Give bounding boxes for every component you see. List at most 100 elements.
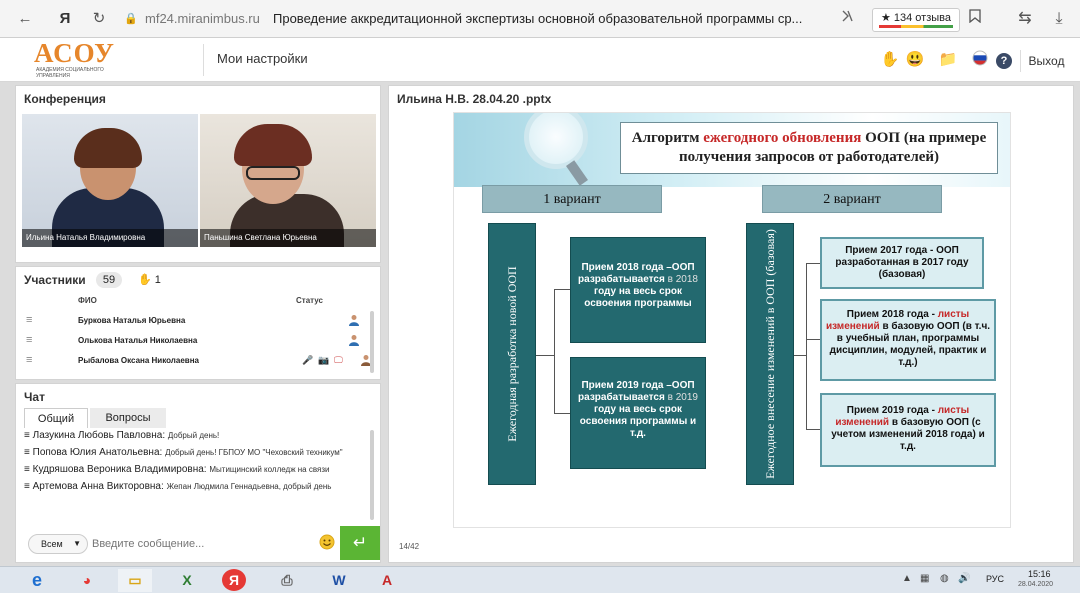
chevron-down-icon: ▼ — [73, 539, 81, 548]
network-icon[interactable]: ▦ — [920, 573, 929, 584]
box-text: Прием 2018 года - — [846, 309, 938, 320]
browser-toolbar: ← Я ↻ 🔒 mf24.miranimbus.ru Проведение ак… — [0, 0, 1080, 38]
bookmark-icon[interactable] — [964, 8, 986, 30]
volume-icon[interactable]: 🔊 — [958, 573, 970, 584]
keyboard-language[interactable]: РУС — [986, 574, 1004, 584]
participants-count-badge: 59 — [96, 272, 122, 288]
participant-row[interactable]: ≡ Буркова Наталья Юрьевна — [20, 311, 370, 331]
my-settings-link[interactable]: Мои настройки — [217, 51, 308, 66]
drag-handle-icon[interactable]: ≡ — [26, 354, 32, 366]
variant-1-box-2018: Прием 2018 года –ООП разрабатывается в 2… — [570, 237, 706, 343]
participant-name: Олькова Наталья Николаевна — [78, 336, 198, 345]
participant-name: Буркова Наталья Юрьевна — [78, 316, 186, 325]
chat-message: ≡ Лазукина Любовь Павловна: Добрый день! — [24, 430, 220, 441]
url-host[interactable]: mf24.miranimbus.ru — [145, 11, 260, 26]
internet-explorer-icon[interactable]: e — [20, 569, 54, 592]
file-explorer-icon[interactable]: ▭ — [118, 569, 152, 592]
video-tile[interactable]: Паньшина Светлана Юрьевна — [200, 114, 376, 247]
participant-row[interactable]: ≡ Олькова Наталья Николаевна — [20, 331, 370, 351]
emoji-picker-button[interactable] — [317, 534, 337, 554]
app-header: АСОУ АКАДЕМИЯ СОЦИАЛЬНОГО УПРАВЛЕНИЯ Мои… — [0, 38, 1080, 82]
camera-icon[interactable]: 📷 — [318, 355, 329, 366]
scanner-icon[interactable]: ⎙ — [270, 569, 304, 592]
yandex-browser-icon[interactable]: Я — [222, 569, 246, 591]
box-text-year: в 2019 — [664, 392, 698, 403]
connector-line — [806, 339, 820, 340]
chat-scrollbar[interactable] — [370, 430, 374, 520]
chrome-tray-icon[interactable]: ◍ — [940, 573, 949, 584]
message-text: Жепан Людмила Геннадьевна, добрый день — [166, 482, 332, 491]
russian-flag-icon[interactable] — [970, 50, 990, 70]
chat-message-list: ≡ Лазукина Любовь Павловна: Добрый день!… — [22, 430, 374, 522]
word-icon[interactable]: W — [322, 569, 356, 592]
drag-handle-icon[interactable]: ≡ — [26, 314, 32, 326]
exit-button[interactable]: Выход — [1020, 50, 1072, 72]
variant-2-box-2019: Прием 2019 года - листы изменений в базо… — [820, 393, 996, 467]
message-author: Лазукина Любовь Павловна: — [32, 430, 166, 441]
reader-mode-icon[interactable] — [836, 8, 858, 30]
tab-general[interactable]: Общий — [24, 408, 88, 428]
variant-2-box-2017: Прием 2017 года - ООП разработанная в 20… — [820, 237, 984, 289]
tray-up-arrow-icon[interactable]: ▲ — [902, 573, 912, 584]
download-icon[interactable]: ⤓ — [1048, 8, 1070, 30]
windows-taskbar: e ◕ ▭ X Я ⎙ W A ▲ ▦ ◍ 🔊 РУС 15:16 28.04.… — [0, 566, 1080, 593]
microphone-icon[interactable]: 🎤 — [302, 355, 313, 366]
slide-page-indicator: 14/42 — [399, 542, 420, 551]
connector-line — [554, 289, 555, 413]
connector-line — [806, 263, 807, 429]
message-text: Мытищинский колледж на связи — [209, 465, 330, 474]
variant-2-box-2018: Прием 2018 года - листы изменений в базо… — [820, 299, 996, 381]
clock-date[interactable]: 28.04.2020 — [1018, 581, 1053, 588]
person-hair — [234, 124, 312, 166]
logo-text: АСОУ — [34, 38, 115, 68]
tab-questions[interactable]: Вопросы — [90, 408, 166, 428]
raise-hand-icon[interactable]: ✋ — [880, 50, 900, 70]
recipient-select[interactable]: Всем ▼ — [28, 534, 88, 554]
variant-2-header: 2 вариант — [762, 185, 942, 213]
participant-row[interactable]: ≡ Рыбалова Оксана Николаевна 🎤 📷 🖵 — [20, 351, 371, 371]
connector-line — [554, 413, 570, 414]
slide-title: Алгоритм ежегодного обновления ООП (на п… — [620, 122, 998, 174]
yandex-logo-icon[interactable]: Я — [54, 8, 76, 30]
send-message-button[interactable]: ↵ — [340, 526, 380, 560]
raised-hands-counter: ✋ 1 — [138, 273, 161, 286]
message-author: Артемова Анна Викторовна: — [32, 481, 164, 492]
connector-line — [806, 429, 820, 430]
drag-handle-icon[interactable]: ≡ — [26, 334, 32, 346]
help-icon[interactable]: ? — [994, 50, 1014, 70]
reload-icon[interactable]: ↻ — [88, 8, 110, 30]
presentation-slide: Алгоритм ежегодного обновления ООП (на п… — [453, 112, 1011, 528]
video-tile[interactable]: Ильина Наталья Владимировна — [22, 114, 198, 247]
translate-icon[interactable]: ⇆ — [1014, 8, 1036, 30]
user-status-icon — [348, 314, 360, 329]
reviews-badge[interactable]: ★ 134 отзыва — [872, 8, 960, 32]
raised-hand-icon: ✋ — [138, 274, 152, 286]
back-arrow-icon[interactable]: ← — [14, 8, 36, 30]
message-author: Кудряшова Вероника Владимировна: — [32, 464, 207, 475]
vertical-label: Ежегодное внесение изменений в ООП (базо… — [763, 229, 777, 479]
acrobat-icon[interactable]: A — [370, 569, 404, 592]
connector-line — [794, 355, 806, 356]
slide-title-part: Алгоритм — [631, 130, 704, 146]
connector-line — [806, 263, 820, 264]
emoji-icon[interactable]: 😃 — [905, 50, 925, 70]
message-text: Добрый день! ГБПОУ МО "Чеховский технику… — [165, 448, 343, 457]
slide-title-highlight: ежегодного обновления — [703, 130, 862, 146]
chrome-icon[interactable]: ◕ — [70, 569, 104, 592]
clock-time[interactable]: 15:16 — [1028, 569, 1051, 580]
message-text: Добрый день! — [167, 431, 220, 440]
excel-icon[interactable]: X — [170, 569, 204, 592]
participants-panel: Участники 59 ✋ 1 ФИО Статус ≡ Буркова На… — [15, 266, 381, 380]
header-divider — [203, 44, 204, 76]
chat-message-input[interactable] — [92, 534, 314, 554]
asou-logo: АСОУ АКАДЕМИЯ СОЦИАЛЬНОГО УПРАВЛЕНИЯ — [30, 38, 130, 82]
participants-scrollbar[interactable] — [370, 311, 374, 373]
chat-title: Чат — [24, 390, 45, 404]
lock-icon[interactable]: 🔒 — [120, 8, 142, 30]
video-name-label: Паньшина Светлана Юрьевна — [200, 229, 376, 247]
folder-icon[interactable]: 📁 — [938, 50, 958, 70]
box-text: году на весь срок освоения программы — [584, 286, 692, 309]
video-name-label: Ильина Наталья Владимировна — [22, 229, 198, 247]
screen-icon[interactable]: 🖵 — [334, 355, 343, 366]
recipient-value: Всем — [41, 539, 63, 549]
